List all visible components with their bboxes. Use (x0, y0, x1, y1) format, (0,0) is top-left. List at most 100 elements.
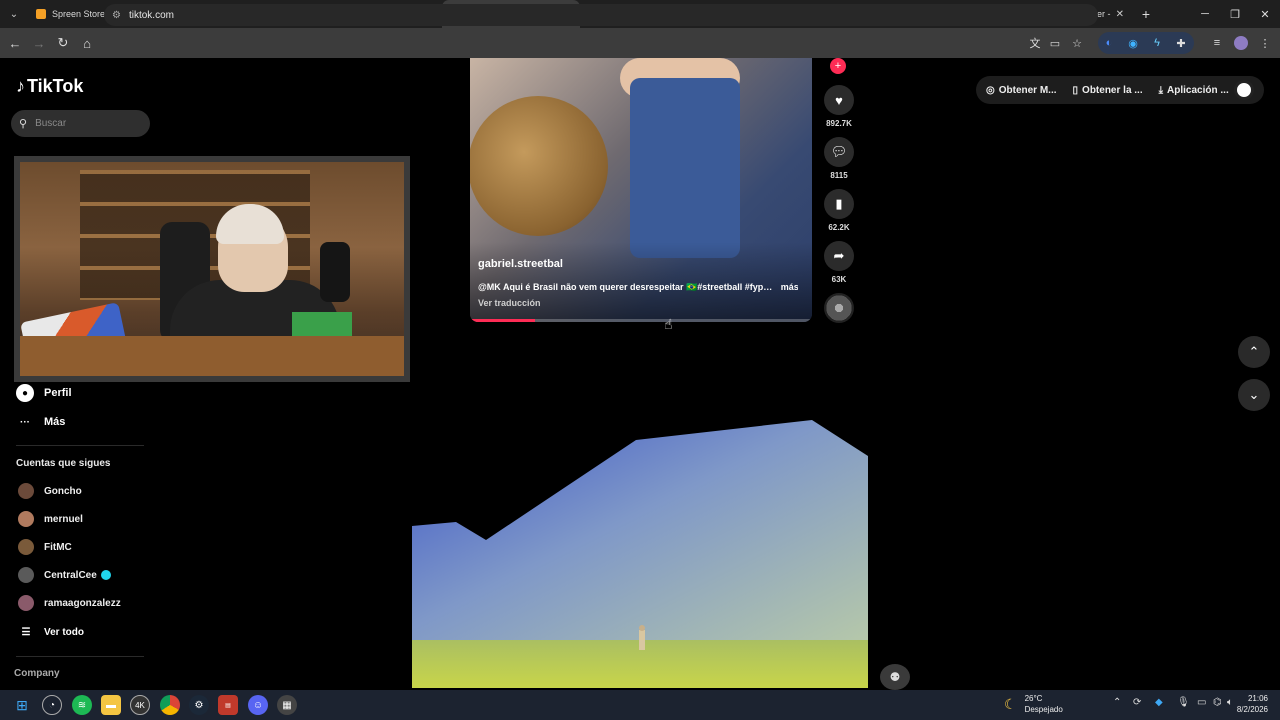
follow-plus-icon[interactable]: + (830, 58, 846, 74)
music-disc-icon[interactable] (824, 293, 854, 323)
tab-favicon-icon (36, 9, 46, 19)
4k-app-icon[interactable]: 4K (130, 695, 150, 715)
video-more-link[interactable]: más (781, 282, 798, 292)
profile-avatar-icon[interactable] (1232, 34, 1250, 52)
spotify-icon[interactable]: ≋ (72, 695, 92, 715)
home-icon[interactable]: ⌂ (75, 31, 99, 55)
browser-menu-icon[interactable]: ⋮ (1256, 34, 1274, 52)
next-video-button[interactable]: ⌄ (1238, 379, 1270, 411)
discord-icon[interactable]: ☺ (248, 695, 268, 715)
get-app-button[interactable]: ▯ Obtener la ... (1073, 85, 1143, 96)
top-actions-bar: ◎ Obtener M... ▯ Obtener la ... ⤓ Aplicació… (976, 76, 1264, 104)
get-coins-label: Obtener M... (998, 84, 1057, 96)
security-icon[interactable]: ◆ (1155, 697, 1163, 708)
extensions-puzzle-icon[interactable]: ✚ (1172, 34, 1190, 52)
voicemod-icon[interactable]: ▤ (218, 695, 238, 715)
video-jeans (630, 78, 740, 258)
steam-icon[interactable]: ⚙ (189, 695, 209, 715)
comment-icon: 💬︎ (824, 137, 854, 167)
translate-icon[interactable]: 文 (1026, 34, 1044, 52)
windows-start-icon[interactable]: ⊞ (12, 695, 32, 715)
nav-more[interactable]: ··· Más (16, 413, 65, 431)
video-author[interactable]: gabriel.streetbal (478, 258, 563, 270)
tiktok-logo[interactable]: ♪ TikTok (16, 76, 83, 97)
see-all-link[interactable]: ☰ Ver todo (18, 624, 85, 640)
video-progress-fill (470, 319, 535, 322)
following-account[interactable]: mernuel (18, 511, 83, 527)
account-name: CentralCee (44, 569, 97, 581)
following-account[interactable]: Goncho (18, 483, 82, 499)
video-translate-link[interactable]: Ver traducción (478, 298, 541, 308)
following-account[interactable]: ramaagonzalezz (18, 595, 121, 611)
search-placeholder: Buscar (35, 118, 67, 129)
url-field[interactable]: ⚙ tiktok.com (104, 4, 1098, 26)
coin-icon: ◎ (986, 84, 995, 96)
following-account[interactable]: CentralCee (18, 567, 111, 583)
tray-chevron-up-icon[interactable]: ⌃ (1113, 697, 1121, 708)
address-bar: ← → ↻ ⌂ (0, 28, 1280, 58)
bookmark-icon: ▮ (824, 189, 854, 219)
sync-icon[interactable]: ⟳ (1133, 697, 1141, 708)
file-explorer-icon[interactable]: ▬ (101, 695, 121, 715)
account-avatar (18, 511, 34, 527)
clock-time: 21:06 (1247, 694, 1268, 703)
site-info-icon[interactable]: ⚙ (112, 10, 121, 21)
webcam-overlay (14, 156, 410, 382)
previous-video-button[interactable]: ⌃ (1238, 336, 1270, 368)
cast-icon[interactable]: ▭ (1046, 34, 1064, 52)
desktop-app-button[interactable]: ⤓ Aplicación ... (1159, 85, 1229, 96)
chrome-icon[interactable] (160, 695, 180, 715)
app-icon[interactable]: ▦ (277, 695, 297, 715)
download-icon: ⤓ (1158, 84, 1164, 96)
extension-icon[interactable]: ϟ (1148, 34, 1166, 52)
tiktok-note-icon: ♪ (16, 76, 25, 96)
chevron-down-icon: ⌄ (1248, 387, 1260, 402)
share-button[interactable]: ➦ 63K (822, 241, 856, 284)
weather-widget[interactable]: ☾ 26°C Despejado (1004, 693, 1063, 715)
save-button[interactable]: ▮ 62.2K (822, 189, 856, 232)
get-app-label: Obtener la ... (1082, 84, 1143, 96)
nav-profile-label: Perfil (44, 387, 72, 399)
share-arrow-icon: ➦ (824, 241, 854, 271)
task-view-icon[interactable]: ◔ (42, 695, 62, 715)
extension-icon[interactable]: ◉ (1124, 34, 1142, 52)
logo-text: TikTok (27, 76, 84, 96)
character-head (639, 625, 645, 631)
maximize-icon[interactable]: ❐ (1220, 0, 1250, 28)
media-control-icon[interactable]: ≡ (1208, 34, 1226, 52)
get-coins-button[interactable]: ◎ Obtener M... (986, 85, 1057, 96)
floating-helper-button[interactable]: ⚉ (880, 664, 910, 690)
forward-icon[interactable]: → (27, 31, 51, 55)
display-icon[interactable]: ▭ (1197, 697, 1206, 708)
user-avatar[interactable] (1234, 80, 1254, 100)
video-description: @MK Aqui é Brasil não vem querer desresp… (478, 282, 798, 293)
clock-date: 8/2/2026 (1236, 705, 1268, 714)
character (639, 630, 645, 650)
microphone-icon[interactable]: 🎙︎ (1177, 697, 1190, 708)
close-tab-icon[interactable]: ✕ (1116, 9, 1124, 20)
video-progress-bar[interactable] (470, 319, 812, 322)
new-tab-button[interactable]: + (1132, 0, 1160, 28)
account-avatar (18, 595, 34, 611)
tab-search-icon[interactable]: ⌄ (0, 0, 28, 28)
search-input[interactable]: ⚲ Buscar (11, 110, 150, 137)
video-player[interactable]: gabriel.streetbal @MK Aqui é Brasil não … (470, 58, 812, 322)
comment-button[interactable]: 💬︎ 8115 (822, 137, 856, 180)
minimize-icon[interactable]: ─ (1190, 0, 1220, 28)
like-button[interactable]: ♥ 892.7K (822, 85, 856, 128)
following-title: Cuentas que sigues (16, 458, 111, 469)
company-section[interactable]: Company (14, 668, 60, 679)
following-account[interactable]: FitMC (18, 539, 72, 555)
close-window-icon[interactable]: ✕ (1250, 0, 1280, 28)
reload-icon[interactable]: ↻ (51, 31, 75, 55)
back-icon[interactable]: ← (3, 31, 27, 55)
extension-icon[interactable]: ◐ (1100, 34, 1118, 52)
bookmark-star-icon[interactable]: ☆ (1068, 34, 1086, 52)
moon-icon: ☾ (1004, 695, 1017, 712)
clock[interactable]: 21:06 8/2/2026 (1232, 693, 1268, 715)
nav-profile[interactable]: ● Perfil (16, 384, 72, 402)
account-name: FitMC (44, 541, 72, 553)
network-icon[interactable]: ⌬ (1213, 697, 1222, 708)
microphone (320, 242, 350, 302)
robot-icon: ⚉ (889, 670, 901, 684)
